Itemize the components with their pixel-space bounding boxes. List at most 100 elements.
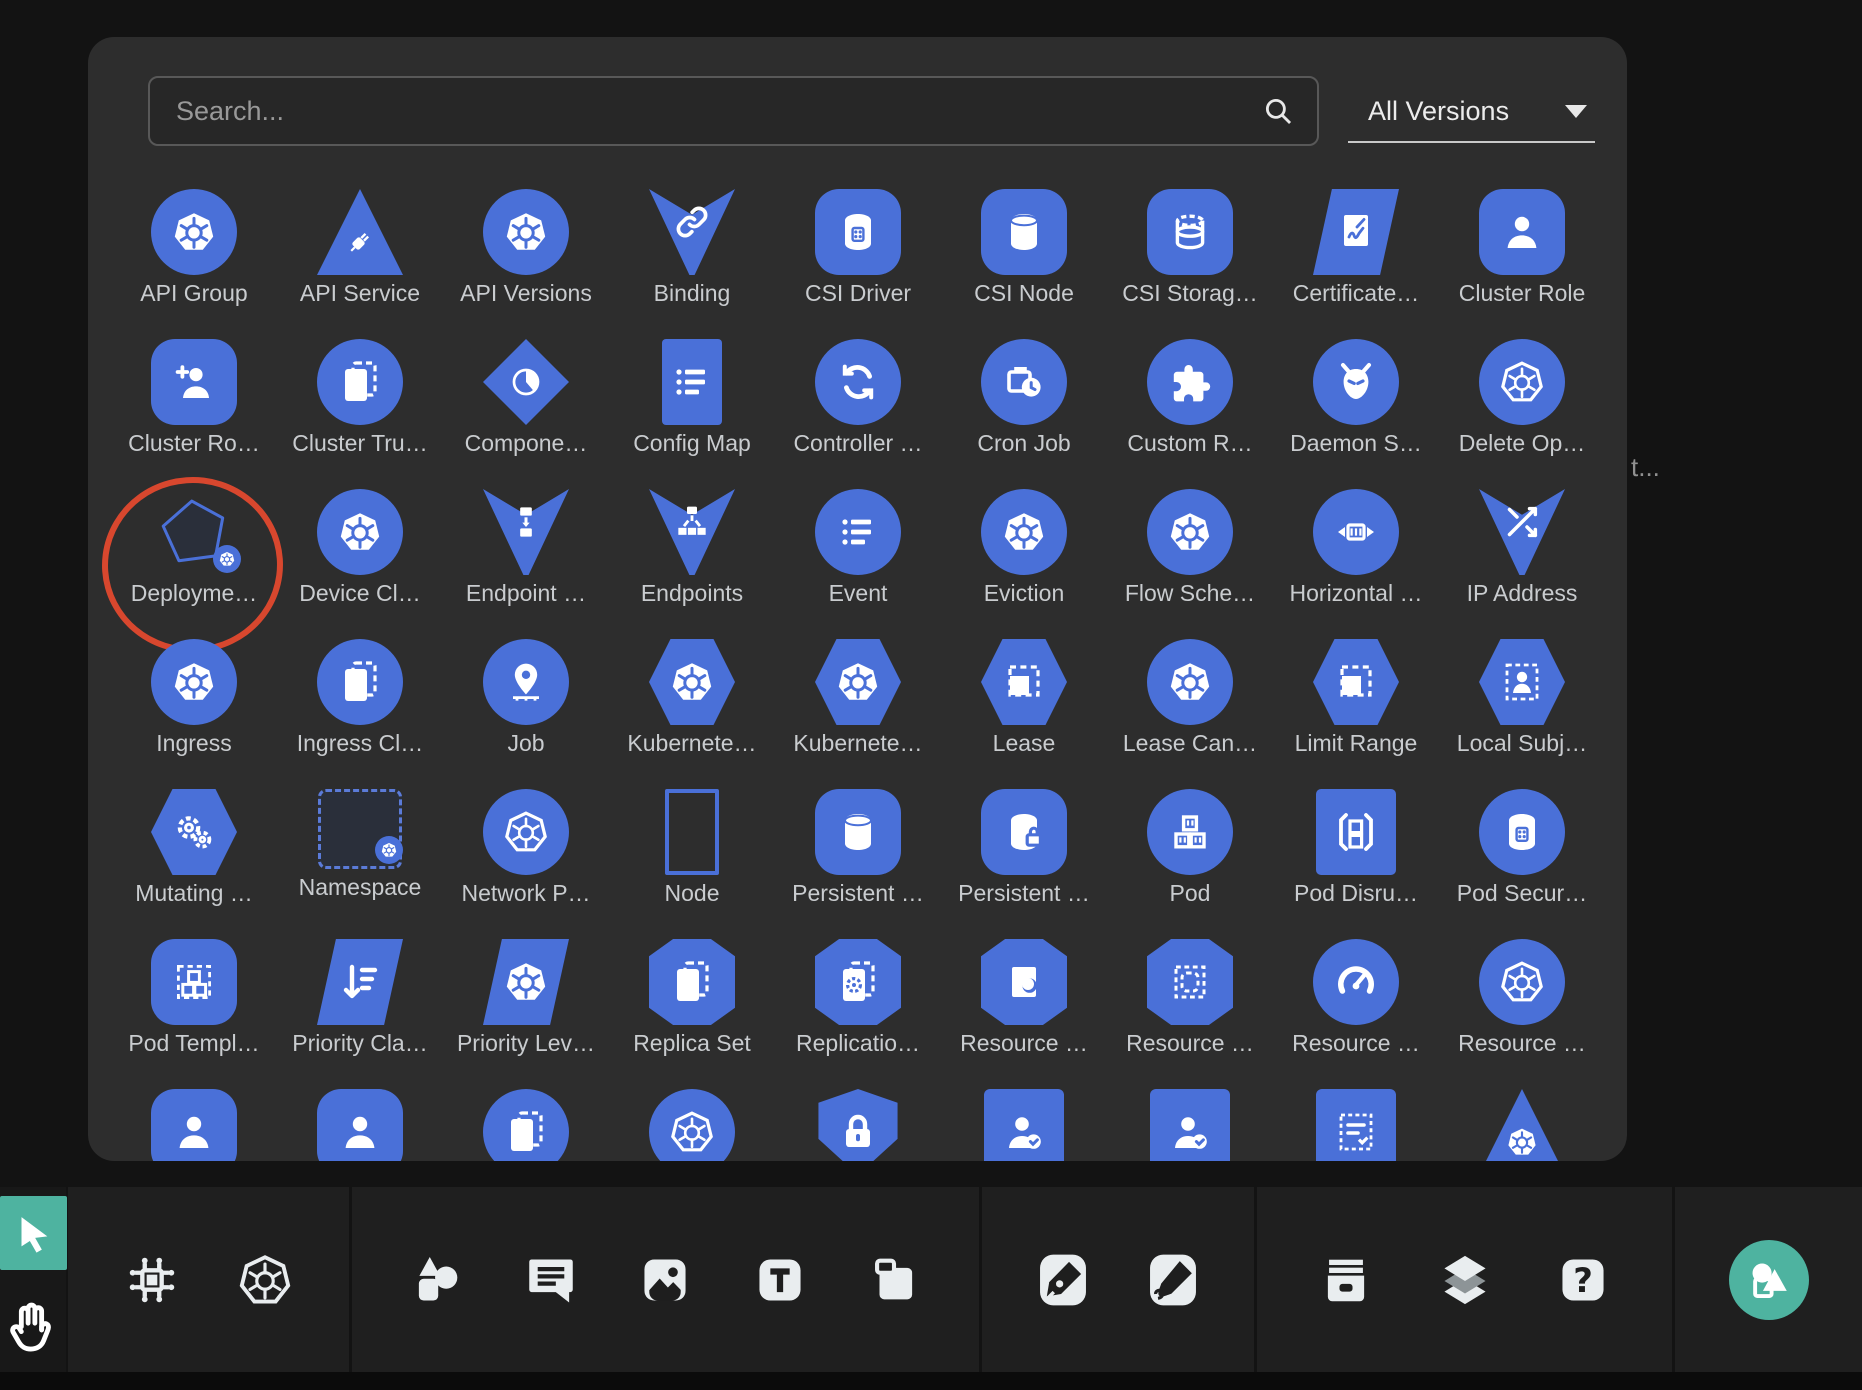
flow-schema-icon [1147, 489, 1233, 575]
text-tool[interactable] [751, 1251, 809, 1309]
grid-item-limit-range[interactable]: Limit Range [1273, 631, 1439, 781]
grid-item-persistent-volume[interactable]: Persistent … [775, 781, 941, 931]
grid-item-event[interactable]: Event [775, 481, 941, 631]
grid-item-csi-storage-capacity[interactable]: CSI Storag… [1107, 181, 1273, 331]
grid-item-local-subject-access-review[interactable]: Local Subj… [1439, 631, 1605, 781]
grid-item-persistent-volume-claim[interactable]: Persistent … [941, 781, 1107, 931]
custom-resource-icon [1147, 339, 1233, 425]
grid-item-api-versions[interactable]: API Versions [443, 181, 609, 331]
grid-item-kubernetes-1[interactable]: Kubernete… [609, 631, 775, 781]
grid-item-deployment[interactable]: Deployme… [111, 481, 277, 631]
grid-item-resource-3[interactable]: Resource … [1273, 931, 1439, 1081]
grid-item-pod[interactable]: Pod [1107, 781, 1273, 931]
grid-item-endpoint-slice[interactable]: Endpoint … [443, 481, 609, 631]
grid-item-label: Priority Lev… [443, 1030, 609, 1057]
grid-item-row7-user[interactable] [111, 1081, 277, 1161]
daemon-set-icon [1313, 339, 1399, 425]
grid-item-row7-user-check-1[interactable] [941, 1081, 1107, 1161]
grid-item-node[interactable]: Node [609, 781, 775, 931]
search-input[interactable] [150, 96, 1261, 127]
grid-item-horizontal-pod-autoscaler[interactable]: Horizontal … [1273, 481, 1439, 631]
grid-item-replication-controller[interactable]: Replicatio… [775, 931, 941, 1081]
grid-item-row7-user-check-2[interactable] [1107, 1081, 1273, 1161]
pen-tool[interactable] [1034, 1251, 1092, 1309]
grid-item-cluster-trust-bundle[interactable]: Cluster Tru… [277, 331, 443, 481]
grid-item-flow-schema[interactable]: Flow Sche… [1107, 481, 1273, 631]
grid-item-mutating-webhook[interactable]: Mutating … [111, 781, 277, 931]
pan-tool[interactable] [2, 1294, 60, 1362]
grid-item-certificate-signing-request[interactable]: Certificate… [1273, 181, 1439, 331]
grid-item-delete-options[interactable]: Delete Op… [1439, 331, 1605, 481]
local-subject-access-review-icon [1479, 639, 1565, 725]
grid-item-network-policy[interactable]: Network P… [443, 781, 609, 931]
grid-item-row7-docs-clock[interactable] [443, 1081, 609, 1161]
grid-item-lease-candidate[interactable]: Lease Can… [1107, 631, 1273, 781]
card-tool[interactable] [865, 1251, 923, 1309]
grid-item-ingress[interactable]: Ingress [111, 631, 277, 781]
version-filter-dropdown[interactable]: All Versions [1348, 81, 1595, 143]
layers-tool[interactable] [1436, 1251, 1494, 1309]
app-logo[interactable] [1729, 1240, 1809, 1320]
kubernetes-tool[interactable] [236, 1251, 294, 1309]
grid-item-label: Resource … [1107, 1030, 1273, 1057]
grid-item-cluster-role-binding[interactable]: Cluster Ro… [111, 331, 277, 481]
grid-item-custom-resource[interactable]: Custom R… [1107, 331, 1273, 481]
grid-item-namespace[interactable]: Namespace [277, 781, 443, 931]
grid-item-cron-job[interactable]: Cron Job [941, 331, 1107, 481]
grid-item-row7-list-check[interactable] [1273, 1081, 1439, 1161]
grid-item-device-class[interactable]: Device Cl… [277, 481, 443, 631]
grid-item-api-service[interactable]: API Service [277, 181, 443, 331]
grid-item-resource-4[interactable]: Resource … [1439, 931, 1605, 1081]
comment-tool[interactable] [522, 1251, 580, 1309]
row7-docs-clock-icon [483, 1089, 569, 1161]
resource-3-icon [1313, 939, 1399, 1025]
grid-item-priority-level[interactable]: Priority Lev… [443, 931, 609, 1081]
grid-item-label: Local Subj… [1439, 730, 1605, 757]
grid-item-pod-security[interactable]: Pod Secur… [1439, 781, 1605, 931]
circuit-node-tool[interactable] [123, 1251, 181, 1309]
grid-item-row7-secret-lock[interactable] [775, 1081, 941, 1161]
grid-item-label: Daemon S… [1273, 430, 1439, 457]
grid-item-csi-node[interactable]: CSI Node [941, 181, 1107, 331]
grid-item-kubernetes-2[interactable]: Kubernete… [775, 631, 941, 781]
select-tool[interactable] [0, 1196, 67, 1270]
grid-item-pod-disruption-budget[interactable]: Pod Disru… [1273, 781, 1439, 931]
grid-item-endpoints[interactable]: Endpoints [609, 481, 775, 631]
grid-item-component-status[interactable]: Compone… [443, 331, 609, 481]
grid-item-config-map[interactable]: Config Map [609, 331, 775, 481]
grid-item-label: Controller … [775, 430, 941, 457]
grid-item-label: Pod Templ… [111, 1030, 277, 1057]
help-tool[interactable] [1554, 1251, 1612, 1309]
grid-item-resource-2[interactable]: Resource … [1107, 931, 1273, 1081]
grid-item-resource-1[interactable]: Resource … [941, 931, 1107, 1081]
shapes-tool[interactable] [408, 1251, 466, 1309]
grid-item-priority-class[interactable]: Priority Cla… [277, 931, 443, 1081]
image-tool[interactable] [636, 1251, 694, 1309]
grid-item-binding[interactable]: Binding [609, 181, 775, 331]
grid-item-csi-driver[interactable]: CSI Driver [775, 181, 941, 331]
grid-item-row7-triangle-k8s[interactable] [1439, 1081, 1605, 1161]
grid-item-daemon-set[interactable]: Daemon S… [1273, 331, 1439, 481]
grid-item-api-group[interactable]: API Group [111, 181, 277, 331]
grid-item-row7-kubernetes[interactable] [609, 1081, 775, 1161]
grid-item-label: Horizontal … [1273, 580, 1439, 607]
grid-item-pod-template[interactable]: Pod Templ… [111, 931, 277, 1081]
grid-item-replica-set[interactable]: Replica Set [609, 931, 775, 1081]
archive-tool[interactable] [1317, 1251, 1375, 1309]
resource-2-icon [1147, 939, 1233, 1025]
priority-level-icon [483, 939, 569, 1025]
grid-item-label: Endpoints [609, 580, 775, 607]
grid-item-cluster-role[interactable]: Cluster Role [1439, 181, 1605, 331]
shape-library-panel: All Versions API GroupAPI ServiceAPI Ver… [88, 37, 1627, 1161]
grid-item-ingress-class[interactable]: Ingress Cl… [277, 631, 443, 781]
grid-item-eviction[interactable]: Eviction [941, 481, 1107, 631]
row7-user-icon [151, 1089, 237, 1161]
grid-item-lease[interactable]: Lease [941, 631, 1107, 781]
pencil-tool[interactable] [1144, 1251, 1202, 1309]
grid-item-ip-address[interactable]: IP Address [1439, 481, 1605, 631]
binding-icon [649, 189, 735, 275]
grid-item-controller-revision[interactable]: Controller … [775, 331, 941, 481]
grid-item-label: Config Map [609, 430, 775, 457]
grid-item-row7-user-link[interactable] [277, 1081, 443, 1161]
grid-item-job[interactable]: Job [443, 631, 609, 781]
